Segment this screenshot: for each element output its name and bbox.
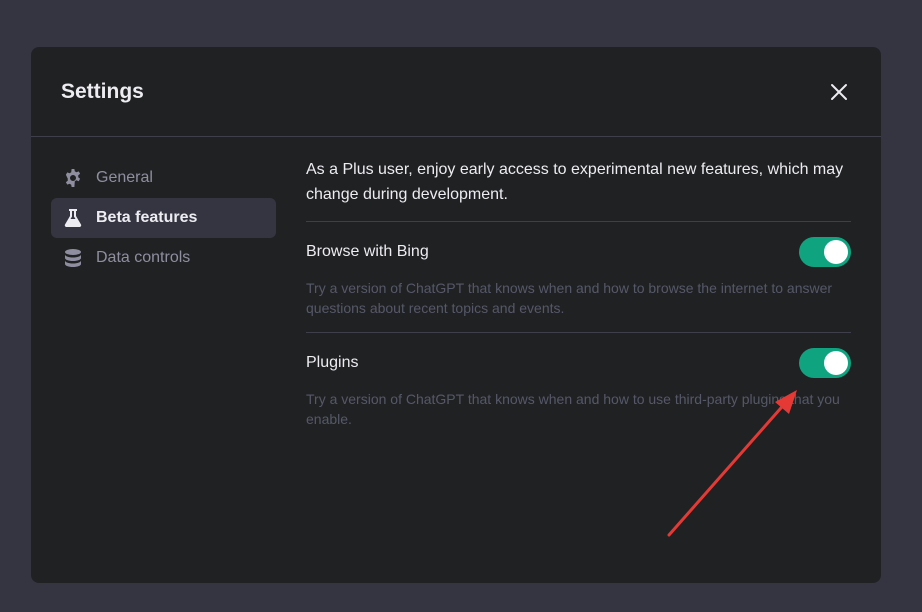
sidebar-item-beta-features[interactable]: Beta features <box>51 198 276 238</box>
gear-icon <box>63 168 83 188</box>
flask-icon <box>63 208 83 228</box>
sidebar-item-label: Beta features <box>96 209 198 226</box>
sidebar-item-label: Data controls <box>96 249 191 266</box>
settings-modal: Settings General Beta features Data cont… <box>31 47 881 583</box>
settings-sidebar: General Beta features Data controls <box>51 158 276 278</box>
feature-title: Plugins <box>306 354 359 371</box>
modal-title: Settings <box>61 80 144 103</box>
browse-with-bing-toggle[interactable] <box>799 237 851 267</box>
sidebar-item-data-controls[interactable]: Data controls <box>51 238 276 278</box>
feature-plugins: Plugins Try a version of ChatGPT that kn… <box>306 333 851 443</box>
feature-description: Try a version of ChatGPT that knows when… <box>306 391 840 427</box>
toggle-knob <box>824 240 848 264</box>
modal-header: Settings <box>31 47 881 137</box>
sidebar-item-general[interactable]: General <box>51 158 276 198</box>
sidebar-item-label: General <box>96 169 153 186</box>
toggle-knob <box>824 351 848 375</box>
plugins-toggle[interactable] <box>799 348 851 378</box>
beta-features-panel: As a Plus user, enjoy early access to ex… <box>306 157 851 443</box>
database-icon <box>63 248 83 268</box>
close-icon <box>831 84 847 100</box>
feature-row: Browse with Bing <box>306 236 851 268</box>
feature-browse-with-bing: Browse with Bing Try a version of ChatGP… <box>306 222 851 333</box>
close-button[interactable] <box>827 80 851 104</box>
intro-text: As a Plus user, enjoy early access to ex… <box>306 157 851 222</box>
feature-title: Browse with Bing <box>306 243 429 260</box>
feature-row: Plugins <box>306 347 851 379</box>
feature-description: Try a version of ChatGPT that knows when… <box>306 280 833 316</box>
